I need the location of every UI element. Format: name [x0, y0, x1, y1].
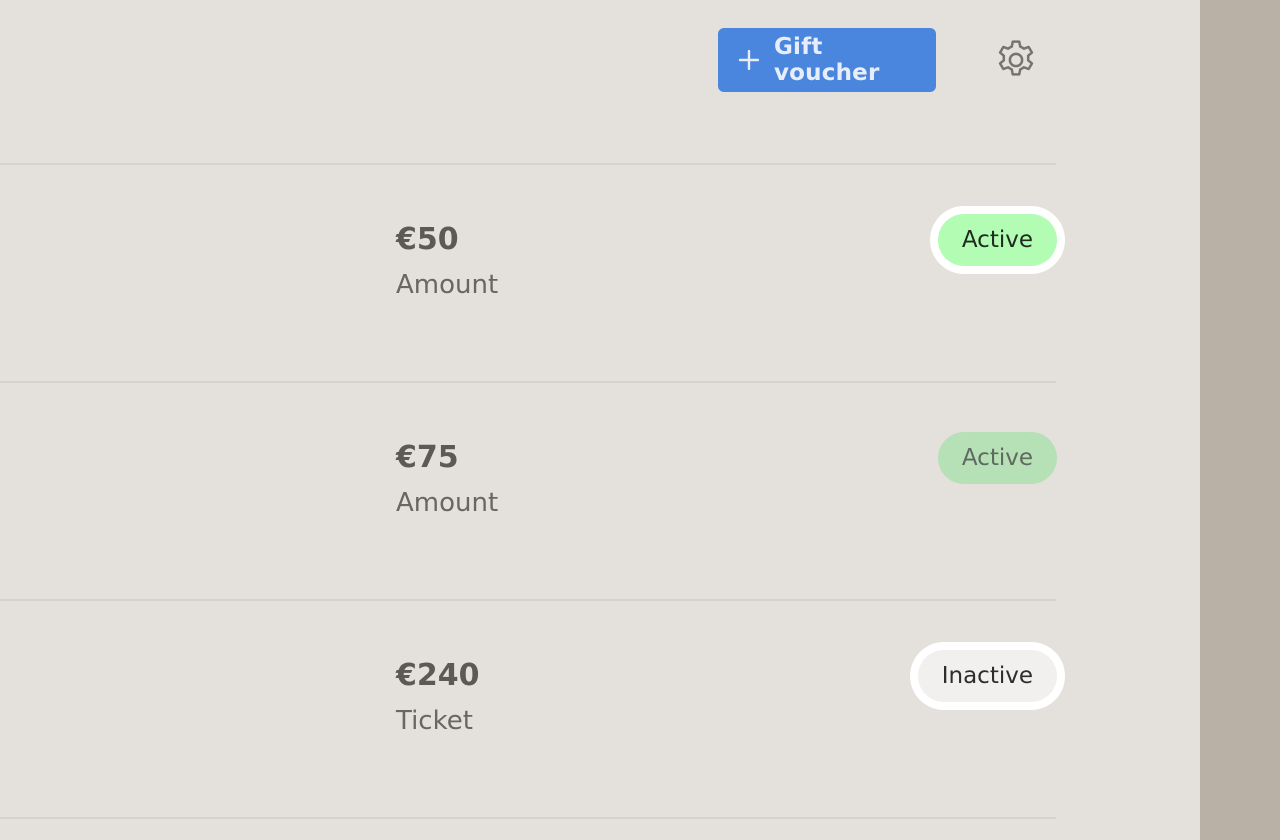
row-divider	[0, 381, 1056, 383]
status-badge[interactable]: Active	[937, 214, 1057, 266]
plus-icon	[738, 49, 760, 71]
toolbar: Gift voucher	[0, 0, 1200, 120]
status-badge[interactable]: Inactive	[917, 650, 1057, 702]
status-badge-focus-ring: Inactive	[909, 642, 1065, 710]
add-gift-voucher-button[interactable]: Gift voucher	[718, 28, 936, 92]
voucher-type: Ticket	[396, 706, 473, 736]
row-divider	[0, 163, 1056, 165]
voucher-type: Amount	[396, 270, 499, 300]
voucher-amount: €75	[396, 440, 459, 475]
status-badge-focus-ring: Active	[929, 206, 1065, 274]
voucher-row[interactable]: €75 Amount Active	[0, 384, 1057, 600]
row-divider	[0, 817, 1056, 819]
voucher-amount: €50	[396, 222, 459, 257]
row-divider	[0, 599, 1056, 601]
voucher-row[interactable]: €50 Amount Active	[0, 166, 1065, 382]
voucher-type: Amount	[396, 488, 499, 518]
gift-voucher-label: Gift voucher	[773, 34, 880, 86]
status-badge-container: Active	[930, 424, 1065, 492]
gear-icon[interactable]	[993, 37, 1039, 83]
right-gutter	[1200, 0, 1280, 840]
voucher-amount: €240	[396, 658, 480, 693]
status-badge[interactable]: Active	[937, 432, 1057, 484]
voucher-row[interactable]: €240 Ticket Inactive	[0, 602, 1065, 818]
